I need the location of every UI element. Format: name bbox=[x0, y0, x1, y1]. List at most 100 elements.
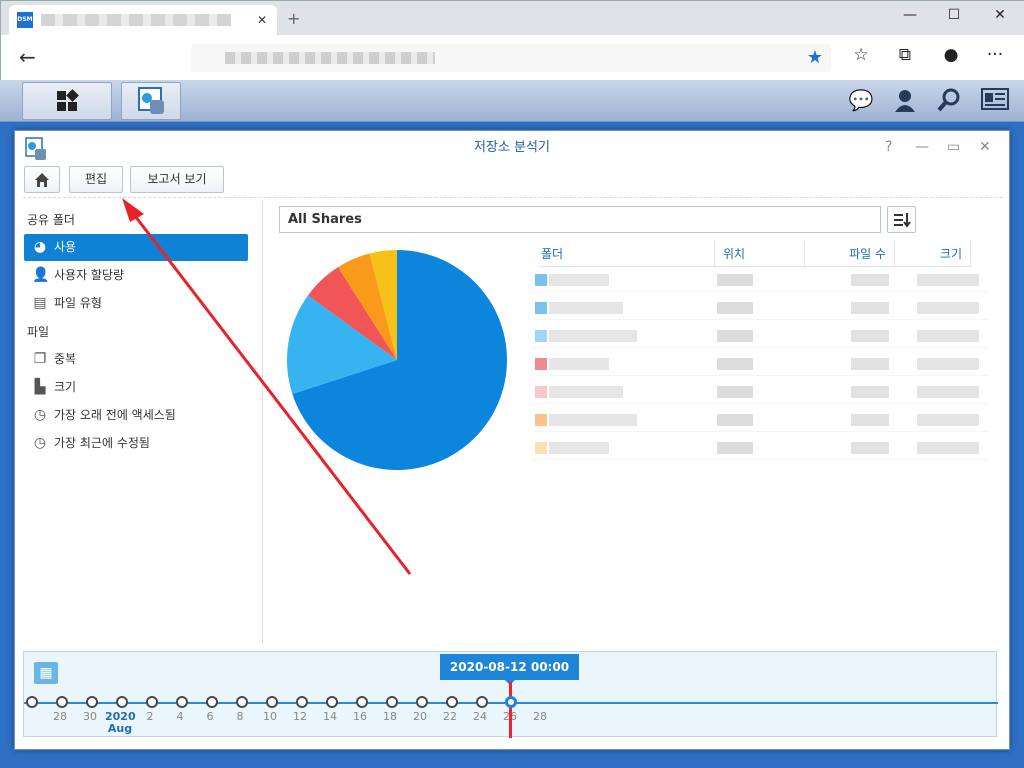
timeline-point[interactable] bbox=[86, 696, 98, 708]
sidebar-item-file-type[interactable]: ▤ 파일 유형 bbox=[24, 290, 248, 317]
sidebar-item-label: 가장 최근에 수정됨 bbox=[54, 436, 150, 450]
storage-analyzer-icon bbox=[138, 87, 164, 114]
storage-analyzer-window: 저장소 분석기 ? — ▭ ✕ 편집 보고서 보기 공유 폴더 ◕ 사용 👤 사… bbox=[14, 130, 1010, 750]
help-button[interactable]: ? bbox=[885, 139, 892, 155]
timeline-tick-label: 28 bbox=[53, 710, 67, 723]
share-filter-select[interactable]: All Shares bbox=[279, 206, 881, 233]
sidebar-item-label: 사용자 할당량 bbox=[54, 268, 125, 282]
column-location[interactable]: 위치 bbox=[715, 241, 805, 267]
timeline-point[interactable] bbox=[56, 696, 68, 708]
timeline-point[interactable] bbox=[116, 696, 128, 708]
timeline-point[interactable] bbox=[206, 696, 218, 708]
widgets-icon[interactable] bbox=[980, 88, 1010, 114]
sidebar-item-label: 사용 bbox=[54, 240, 77, 254]
sort-icon bbox=[893, 213, 911, 228]
column-folder[interactable]: 폴더 bbox=[539, 241, 715, 267]
sidebar-item-usage[interactable]: ◕ 사용 bbox=[24, 234, 248, 261]
tab-close-icon[interactable]: ✕ bbox=[257, 13, 267, 27]
main-menu-button[interactable] bbox=[22, 82, 112, 120]
favorites-list-icon[interactable]: ☆ bbox=[849, 45, 873, 69]
usage-table: 폴더 위치 파일 수 크기 bbox=[533, 241, 987, 460]
timeline-cursor-handle[interactable] bbox=[505, 696, 517, 708]
close-button[interactable]: ✕ bbox=[979, 139, 991, 155]
timeline-point[interactable] bbox=[176, 696, 188, 708]
timeline-point[interactable] bbox=[296, 696, 308, 708]
table-row[interactable] bbox=[533, 352, 987, 376]
timeline-tick-label: 8 bbox=[236, 710, 244, 723]
table-row[interactable] bbox=[533, 436, 987, 460]
file-icon: ▤ bbox=[33, 295, 47, 311]
search-icon[interactable] bbox=[936, 88, 962, 114]
window-title: 저장소 분석기 bbox=[474, 140, 550, 155]
table-row[interactable] bbox=[533, 296, 987, 320]
browser-chrome: DSM ✕ + — ☐ ✕ ← ★ ☆ ⧉ ● ··· bbox=[0, 0, 1024, 81]
close-window-button[interactable]: ✕ bbox=[985, 7, 1015, 27]
sidebar-item-label: 가장 오래 전에 액세스됨 bbox=[54, 408, 176, 422]
timeline-tick-label: 10 bbox=[263, 710, 277, 723]
sidebar-item-most-recently-modified[interactable]: ◷ 가장 최근에 수정됨 bbox=[24, 430, 248, 457]
size-icon: ▙ bbox=[34, 379, 46, 395]
section-files: 파일 bbox=[27, 325, 50, 339]
view-report-button[interactable]: 보고서 보기 bbox=[130, 166, 224, 193]
favorite-star-icon[interactable]: ★ bbox=[807, 47, 823, 68]
timeline-month-label: Aug bbox=[107, 722, 133, 735]
profile-icon[interactable]: ● bbox=[939, 45, 963, 69]
timeline-point[interactable] bbox=[236, 696, 248, 708]
apps-grid-icon bbox=[57, 89, 79, 111]
pie-chart-icon: ◕ bbox=[33, 239, 47, 255]
timeline-tick-label: 16 bbox=[353, 710, 367, 723]
dsm-favicon-icon: DSM bbox=[17, 12, 33, 28]
storage-analyzer-taskbar-button[interactable] bbox=[121, 82, 181, 120]
timeline-cursor[interactable] bbox=[509, 682, 512, 738]
clock-icon: ◷ bbox=[33, 407, 47, 423]
sidebar-item-least-recently-accessed[interactable]: ◷ 가장 오래 전에 액세스됨 bbox=[24, 402, 248, 429]
calendar-icon[interactable]: ▦ bbox=[34, 662, 58, 684]
timeline-tick-label: 18 bbox=[383, 710, 397, 723]
back-icon[interactable]: ← bbox=[19, 45, 36, 69]
home-button[interactable] bbox=[24, 166, 60, 193]
sidebar-item-label: 크기 bbox=[54, 380, 77, 394]
column-size[interactable]: 크기 bbox=[895, 241, 971, 267]
timeline-tick-label: 6 bbox=[206, 710, 214, 723]
timeline-tick-label: 22 bbox=[443, 710, 457, 723]
timeline-tick-label: 14 bbox=[323, 710, 337, 723]
sidebar-item-user-quota[interactable]: 👤 사용자 할당량 bbox=[24, 262, 248, 289]
timeline-point[interactable] bbox=[356, 696, 368, 708]
timeline-point[interactable] bbox=[476, 696, 488, 708]
timeline-point[interactable] bbox=[386, 696, 398, 708]
user-icon[interactable] bbox=[892, 88, 918, 114]
timeline-tick-label: 4 bbox=[176, 710, 184, 723]
timeline-point[interactable] bbox=[26, 696, 38, 708]
duplicate-icon: ❐ bbox=[33, 351, 47, 367]
section-shared-folders: 공유 폴더 bbox=[27, 213, 75, 227]
sidebar: 공유 폴더 ◕ 사용 👤 사용자 할당량 ▤ 파일 유형 파일 ❐ 중복 ▙ 크… bbox=[15, 201, 263, 643]
table-row[interactable] bbox=[533, 324, 987, 348]
new-tab-button[interactable]: + bbox=[287, 9, 307, 29]
chat-icon[interactable]: 💬 bbox=[848, 88, 874, 114]
sort-button[interactable] bbox=[887, 206, 916, 233]
more-options-icon[interactable]: ··· bbox=[983, 45, 1007, 69]
timeline-point[interactable] bbox=[266, 696, 278, 708]
url-text bbox=[225, 52, 435, 64]
sidebar-item-size[interactable]: ▙ 크기 bbox=[24, 374, 248, 401]
url-input[interactable]: ★ bbox=[191, 44, 831, 72]
minimize-button[interactable]: — bbox=[915, 139, 929, 155]
usage-pie-chart bbox=[287, 250, 507, 470]
table-row[interactable] bbox=[533, 408, 987, 432]
timeline-point[interactable] bbox=[446, 696, 458, 708]
table-row[interactable] bbox=[533, 268, 987, 292]
minimize-window-button[interactable]: — bbox=[895, 7, 925, 27]
timeline-point[interactable] bbox=[146, 696, 158, 708]
timeline-point[interactable] bbox=[326, 696, 338, 708]
sidebar-item-duplicates[interactable]: ❐ 중복 bbox=[24, 346, 248, 373]
timeline-point[interactable] bbox=[416, 696, 428, 708]
collections-icon[interactable]: ⧉ bbox=[893, 45, 917, 69]
table-row[interactable] bbox=[533, 380, 987, 404]
column-file-count[interactable]: 파일 수 bbox=[805, 241, 895, 267]
maximize-button[interactable]: ▭ bbox=[947, 139, 960, 155]
edit-button[interactable]: 편집 bbox=[69, 166, 123, 193]
timeline-tick-label: 20 bbox=[413, 710, 427, 723]
maximize-window-button[interactable]: ☐ bbox=[939, 7, 969, 27]
user-icon: 👤 bbox=[32, 267, 50, 283]
browser-tab[interactable]: DSM ✕ bbox=[9, 5, 277, 35]
